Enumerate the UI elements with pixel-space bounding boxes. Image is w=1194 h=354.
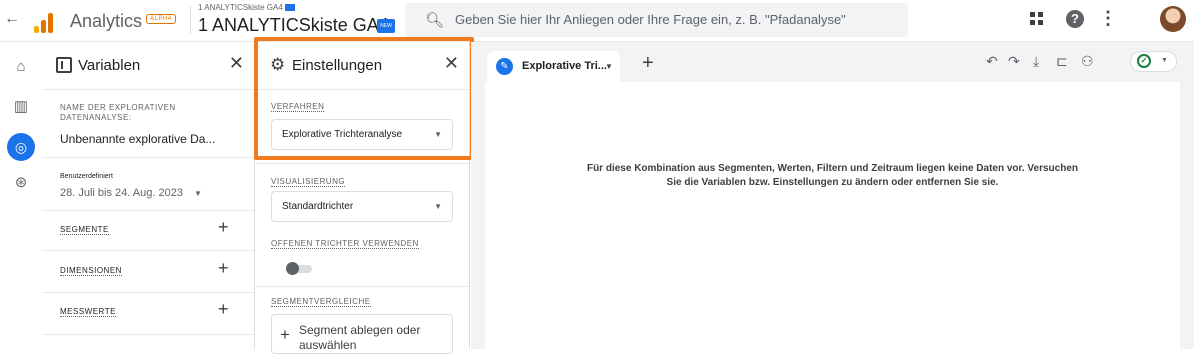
segment-compare-label: SEGMENTVERGLEICHE: [271, 297, 371, 307]
analytics-logo-icon[interactable]: [34, 11, 56, 33]
share-icon[interactable]: ⚇: [1081, 53, 1094, 70]
gear-icon: ⚙: [270, 55, 286, 74]
avatar[interactable]: [1160, 6, 1186, 32]
no-data-message: Für diese Kombination aus Segmenten, Wer…: [586, 163, 1079, 188]
segment-drop-zone[interactable]: + Segment ablegen oder auswählen: [271, 314, 453, 354]
exploration-canvas: Für diese Kombination aus Segmenten, Wer…: [485, 82, 1180, 349]
visualization-label: VISUALISIERUNG: [271, 177, 346, 187]
open-funnel-label: OFFENEN TRICHTER VERWENDEN: [271, 239, 419, 249]
check-circle-icon: ✓: [1137, 54, 1151, 68]
divider: [42, 292, 254, 293]
search-bar[interactable]: 🔍︎ Geben Sie hier Ihr Anliegen oder Ihre…: [405, 3, 908, 37]
move-to-folder-icon[interactable]: ⊏: [1056, 53, 1068, 70]
search-input[interactable]: Geben Sie hier Ihr Anliegen oder Ihre Fr…: [455, 12, 846, 27]
metrics-label: MESSWERTE: [60, 307, 116, 317]
exploration-name-field[interactable]: Unbenannte explorative Da...: [60, 132, 215, 146]
date-type-label: Benutzerdefiniert: [60, 173, 113, 180]
settings-panel: ⚙ Einstellungen ✕ VERFAHREN Explorative …: [256, 42, 470, 354]
variables-icon: [56, 57, 72, 73]
divider: [256, 286, 469, 287]
download-icon[interactable]: ⤓: [1033, 53, 1039, 70]
segments-label: SEGMENTE: [60, 225, 109, 235]
chevron-down-icon[interactable]: ▼: [194, 189, 202, 198]
tab-label: Explorative Tri...: [522, 60, 607, 72]
tab-exploration[interactable]: ✎ Explorative Tri... ▼: [487, 51, 620, 82]
advertising-icon[interactable]: ⊛: [11, 173, 31, 193]
chevron-down-icon: ▼: [1161, 57, 1168, 64]
explore-icon[interactable]: ◎: [7, 133, 35, 161]
variables-panel: Variablen ✕ NAME DER EXPLORATIVEN DATENA…: [42, 42, 255, 349]
help-icon[interactable]: ?: [1066, 10, 1084, 28]
divider: [42, 157, 254, 158]
more-vert-icon[interactable]: ⋮: [1099, 8, 1117, 29]
reports-icon[interactable]: ▥: [11, 97, 31, 117]
alpha-badge: ALPHA: [146, 14, 177, 24]
dimensions-label: DIMENSIONEN: [60, 266, 122, 276]
chevron-down-icon[interactable]: ▼: [605, 62, 613, 71]
undo-icon[interactable]: ↶: [986, 53, 998, 70]
home-icon[interactable]: ⌂: [11, 57, 31, 77]
exploration-name-label: NAME DER EXPLORATIVEN DATENANALYSE:: [60, 103, 176, 122]
add-metric-icon[interactable]: +: [218, 299, 229, 320]
left-navigation: ⌂ ▥ ◎ ⊛: [0, 42, 42, 349]
header-divider: [190, 6, 191, 34]
close-icon[interactable]: ✕: [444, 53, 459, 74]
method-label: VERFAHREN: [271, 102, 325, 112]
account-name: 1 ANALYTICSkiste GA4: [198, 3, 295, 12]
back-arrow-icon[interactable]: ←: [4, 10, 20, 28]
divider: [256, 163, 469, 164]
close-icon[interactable]: ✕: [229, 53, 244, 74]
date-range-selector[interactable]: 28. Juli bis 24. Aug. 2023: [60, 187, 183, 199]
status-button[interactable]: ✓ ▼: [1130, 51, 1177, 72]
add-dimension-icon[interactable]: +: [218, 258, 229, 279]
settings-title: Einstellungen: [292, 57, 383, 74]
chevron-down-icon: ▼: [434, 202, 442, 211]
open-funnel-toggle[interactable]: [286, 262, 314, 275]
edit-pencil-icon: ✎: [496, 58, 513, 75]
redo-icon[interactable]: ↷: [1008, 53, 1020, 70]
apps-grid-icon[interactable]: [1030, 12, 1044, 26]
visualization-value: Standardtrichter: [282, 201, 354, 212]
variables-title: Variablen: [78, 57, 141, 74]
settings-header: ⚙ Einstellungen ✕: [256, 42, 469, 90]
chevron-down-icon: ▼: [434, 130, 442, 139]
top-app-bar: ← Analytics ALPHA 1 ANALYTICSkiste GA4 1…: [0, 0, 1194, 42]
divider: [42, 334, 254, 335]
canvas-area: ✎ Explorative Tri... ▼ + ↶ ↷ ⤓ ⊏ ⚇ ✓ ▼ F…: [471, 42, 1194, 349]
property-name: 1 ANALYTICSkiste GA4: [198, 15, 389, 35]
method-value: Explorative Trichteranalyse: [282, 129, 403, 140]
plus-icon: +: [280, 325, 290, 344]
method-select[interactable]: Explorative Trichteranalyse ▼: [271, 119, 453, 150]
visualization-select[interactable]: Standardtrichter ▼: [271, 191, 453, 222]
divider: [42, 210, 254, 211]
new-badge: NEW: [377, 19, 395, 33]
search-icon: 🔍︎: [425, 12, 445, 29]
variables-header: Variablen ✕: [42, 42, 254, 90]
divider: [42, 250, 254, 251]
add-tab-button[interactable]: +: [642, 52, 654, 75]
app-name: Analytics: [70, 11, 143, 31]
add-segment-icon[interactable]: +: [218, 217, 229, 238]
